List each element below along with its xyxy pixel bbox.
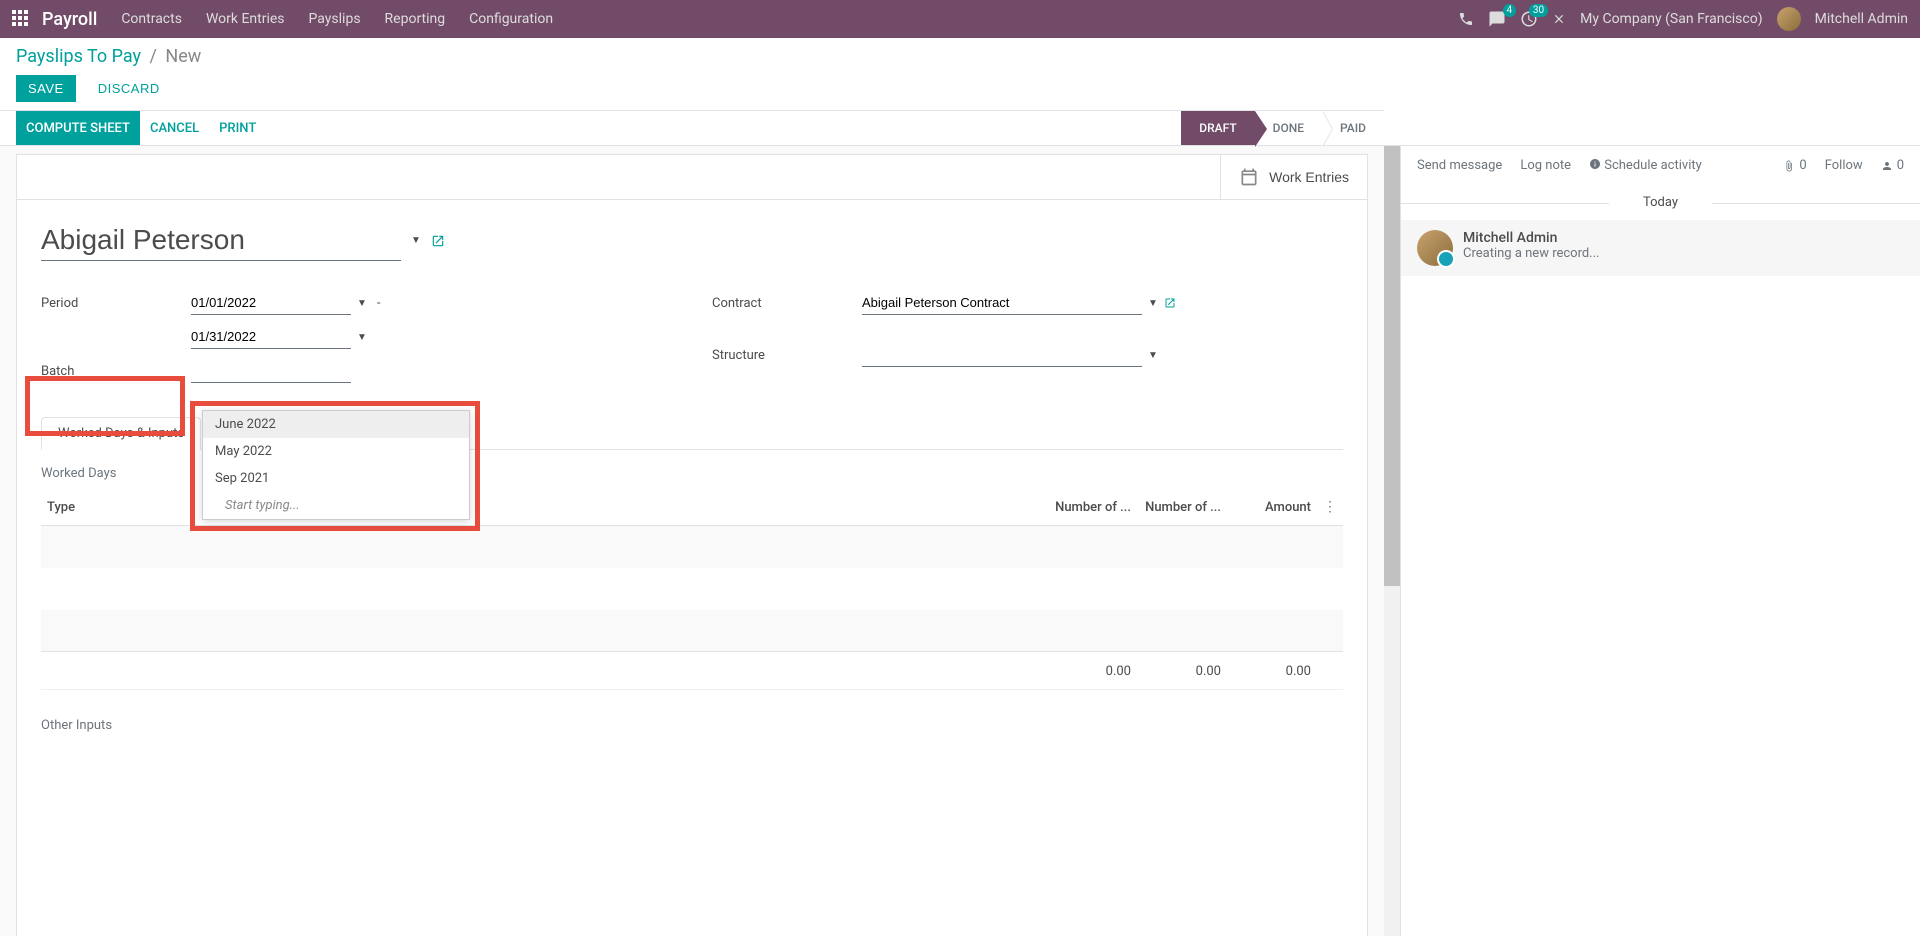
kebab-icon[interactable]: ⋮: [1323, 499, 1337, 515]
username[interactable]: Mitchell Admin: [1815, 11, 1908, 27]
phone-icon[interactable]: [1458, 11, 1474, 27]
batch-option-june-2022[interactable]: June 2022: [203, 411, 469, 438]
cancel-button[interactable]: CANCEL: [140, 111, 209, 145]
activity-badge: 30: [1529, 4, 1548, 17]
col-number-of-2[interactable]: Number of ...: [1137, 489, 1227, 526]
chat-icon[interactable]: 4: [1488, 10, 1506, 28]
batch-start-typing[interactable]: Start typing...: [203, 492, 469, 519]
batch-label: Batch: [41, 364, 191, 379]
form-sheet: Work Entries ▼ Period: [16, 154, 1368, 936]
status-draft[interactable]: DRAFT: [1181, 111, 1254, 145]
batch-dropdown: June 2022 May 2022 Sep 2021 Start typing…: [202, 410, 470, 520]
contract-label: Contract: [712, 296, 862, 311]
col-description[interactable]: Description: [371, 489, 1047, 526]
chatter-today-divider: Today: [1401, 185, 1920, 220]
external-link-icon[interactable]: [431, 234, 445, 248]
app-title: Payroll: [42, 9, 97, 30]
print-button[interactable]: PRINT: [209, 111, 266, 145]
employee-caret-icon[interactable]: ▼: [411, 235, 421, 246]
employee-field[interactable]: [41, 220, 401, 261]
control-panel: Payslips To Pay / New SAVE DISCARD: [0, 38, 1920, 110]
period-from-input[interactable]: [191, 291, 351, 315]
calendar-icon: [1239, 167, 1259, 187]
work-entries-label: Work Entries: [1269, 169, 1349, 185]
message-author: Mitchell Admin: [1463, 230, 1600, 246]
nav-menu: Contracts Work Entries Payslips Reportin…: [121, 11, 1458, 27]
scrollbar-thumb[interactable]: [1384, 146, 1400, 586]
col-amount[interactable]: Amount: [1227, 489, 1317, 526]
table-row: [41, 568, 1343, 610]
activity-icon[interactable]: 30: [1520, 10, 1538, 28]
statusbar: COMPUTE SHEET CANCEL PRINT DRAFT DONE PA…: [0, 110, 1384, 146]
apps-icon[interactable]: [12, 10, 30, 28]
nav-reporting[interactable]: Reporting: [385, 11, 446, 27]
user-avatar[interactable]: [1777, 7, 1801, 31]
discard-button[interactable]: DISCARD: [86, 75, 172, 102]
nav-payslips[interactable]: Payslips: [309, 11, 361, 27]
close-tray-icon[interactable]: [1552, 12, 1566, 26]
col-number-of-1[interactable]: Number of ...: [1047, 489, 1137, 526]
chatter-message: Mitchell Admin Creating a new record...: [1401, 220, 1920, 276]
caret-down-icon[interactable]: ▼: [1148, 350, 1158, 361]
total-num2: 0.00: [1137, 652, 1227, 690]
caret-down-icon[interactable]: ▼: [357, 298, 367, 309]
company-selector[interactable]: My Company (San Francisco): [1580, 11, 1762, 27]
topbar: Payroll Contracts Work Entries Payslips …: [0, 0, 1920, 38]
breadcrumb-current: New: [165, 46, 201, 67]
breadcrumb: Payslips To Pay / New: [16, 46, 1904, 67]
contract-input[interactable]: [862, 291, 1142, 315]
message-text: Creating a new record...: [1463, 246, 1600, 261]
log-note-button[interactable]: Log note: [1520, 158, 1571, 173]
table-row: [41, 526, 1343, 568]
tab-worked-days[interactable]: Worked Days & Inputs: [41, 417, 201, 450]
contract-external-link-icon[interactable]: [1164, 297, 1176, 309]
totals-row: 0.00 0.00 0.00: [41, 652, 1343, 690]
breadcrumb-parent[interactable]: Payslips To Pay: [16, 46, 141, 67]
message-avatar: [1417, 230, 1453, 266]
structure-label: Structure: [712, 348, 862, 363]
followers-count[interactable]: 0: [1881, 158, 1904, 173]
structure-input[interactable]: [862, 343, 1142, 367]
nav-contracts[interactable]: Contracts: [121, 11, 182, 27]
form-area: Work Entries ▼ Period: [0, 146, 1384, 936]
nav-work-entries[interactable]: Work Entries: [206, 11, 285, 27]
period-to-input[interactable]: [191, 325, 351, 349]
attachments-count[interactable]: 0: [1783, 158, 1806, 173]
other-inputs-section: Other Inputs: [41, 718, 1343, 733]
scrollbar[interactable]: [1384, 146, 1400, 936]
caret-down-icon[interactable]: ▼: [357, 332, 367, 343]
follow-button[interactable]: Follow: [1825, 158, 1863, 173]
compute-sheet-button[interactable]: COMPUTE SHEET: [16, 111, 140, 145]
batch-option-may-2022[interactable]: May 2022: [203, 438, 469, 465]
caret-down-icon[interactable]: ▼: [1148, 298, 1158, 309]
period-label: Period: [41, 296, 191, 311]
send-message-button[interactable]: Send message: [1417, 158, 1502, 173]
chat-badge: 4: [1503, 4, 1517, 17]
batch-input[interactable]: [191, 359, 351, 383]
schedule-activity-button[interactable]: Schedule activity: [1589, 158, 1702, 173]
total-num1: 0.00: [1047, 652, 1137, 690]
save-button[interactable]: SAVE: [16, 75, 76, 102]
work-entries-button[interactable]: Work Entries: [1220, 155, 1367, 199]
chatter: Send message Log note Schedule activity …: [1400, 146, 1920, 936]
total-amount: 0.00: [1227, 652, 1317, 690]
batch-option-sep-2021[interactable]: Sep 2021: [203, 465, 469, 492]
nav-configuration[interactable]: Configuration: [469, 11, 553, 27]
table-row: [41, 610, 1343, 652]
